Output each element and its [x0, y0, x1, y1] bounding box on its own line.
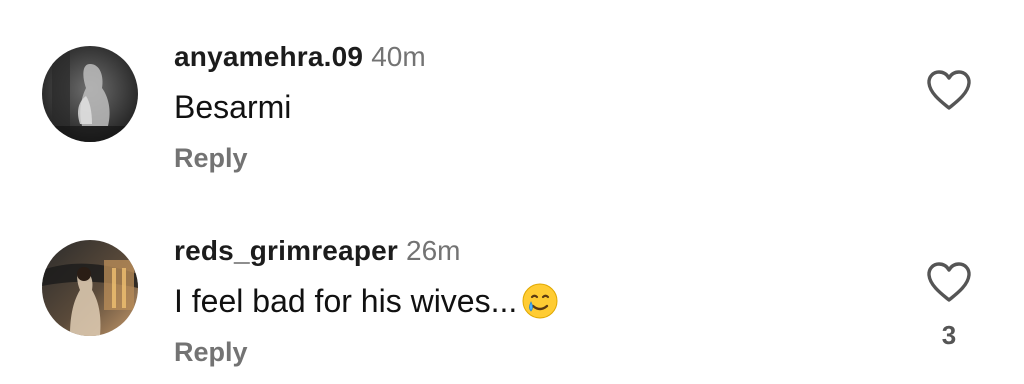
timestamp: 40m: [371, 41, 426, 72]
username[interactable]: reds_grimreaper: [174, 235, 398, 266]
reply-button[interactable]: Reply: [174, 337, 248, 368]
heart-outline-icon: [927, 70, 971, 110]
comment-body: I feel bad for his wives...: [174, 282, 518, 319]
comment-meta: anyamehra.09 40m: [174, 41, 426, 73]
comment-item: anyamehra.09 40m Besarmi Reply: [0, 0, 1024, 192]
like-count: 3: [941, 320, 957, 350]
comment-text: I feel bad for his wives...: [174, 282, 559, 320]
avatar[interactable]: [42, 46, 138, 142]
comment-body: Besarmi: [174, 89, 292, 125]
avatar-image: [42, 240, 138, 336]
like-button[interactable]: [925, 260, 973, 304]
comment-item: reds_grimreaper 26m I feel bad for his wi…: [0, 194, 1024, 384]
reply-button[interactable]: Reply: [174, 143, 248, 174]
comment-text: Besarmi: [174, 89, 291, 126]
avatar[interactable]: [42, 240, 138, 336]
avatar-image: [42, 46, 138, 142]
smiling-face-with-tear-icon: [522, 283, 558, 319]
timestamp: 26m: [406, 235, 461, 266]
comment-meta: reds_grimreaper 26m: [174, 235, 460, 267]
username[interactable]: anyamehra.09: [174, 41, 363, 72]
like-button[interactable]: [925, 68, 973, 112]
heart-outline-icon: [927, 262, 971, 302]
